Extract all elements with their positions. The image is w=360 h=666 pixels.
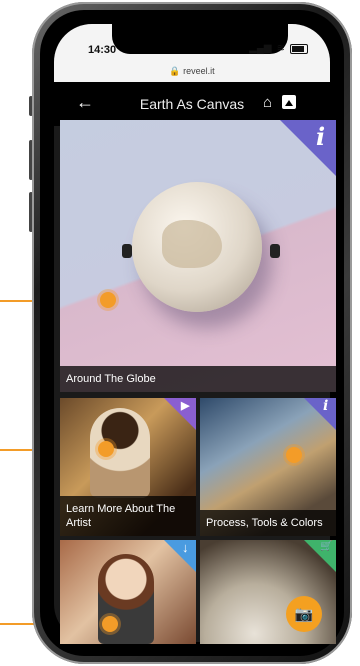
globe-stand-right	[270, 244, 280, 258]
tile-shop[interactable]: 🛒	[200, 540, 336, 644]
battery-icon	[290, 43, 308, 54]
info-badge[interactable]: i	[280, 120, 336, 176]
cart-icon: 🛒	[320, 541, 333, 552]
hotspot-process[interactable]	[286, 447, 302, 463]
status-time: 14:30	[88, 44, 117, 56]
tile-caption: Process, Tools & Colors	[200, 510, 336, 536]
tile-caption: Learn More About The Artist	[60, 496, 196, 536]
globe-image	[132, 182, 262, 312]
info-icon: i	[316, 122, 326, 151]
tile-caption: Around The Globe	[60, 366, 336, 392]
url-text: reveel.it	[183, 66, 215, 76]
download-icon: ↓	[182, 540, 189, 555]
globe-stand-left	[122, 244, 132, 258]
wifi-icon: ≋	[276, 43, 285, 54]
download-badge[interactable]: ↓	[164, 540, 196, 572]
tile-portrait[interactable]: ↓	[60, 540, 196, 644]
info-icon: i	[323, 398, 329, 414]
hotspot-portrait[interactable]	[102, 616, 118, 632]
status-icons: ▂▄▆ ≋	[249, 43, 308, 54]
status-bar: 14:30 ▂▄▆ ≋ 🔒 reveel.it	[54, 24, 330, 82]
tile-around-the-globe[interactable]: i Around The Globe	[60, 120, 336, 392]
cart-badge[interactable]: 🛒	[304, 540, 336, 572]
hotspot-hero[interactable]	[100, 292, 116, 308]
hotspot-artist[interactable]	[98, 441, 114, 457]
play-badge[interactable]: ▶	[164, 398, 196, 430]
camera-icon: 📷	[294, 606, 314, 623]
gallery-icon[interactable]	[282, 95, 296, 109]
signal-icon: ▂▄▆	[249, 43, 272, 54]
tile-process-tools-colors[interactable]: i Process, Tools & Colors	[200, 398, 336, 536]
url-bar[interactable]: 🔒 reveel.it	[54, 66, 330, 77]
play-icon: ▶	[181, 400, 190, 412]
home-icon[interactable]: ⌂	[263, 94, 272, 111]
camera-button[interactable]: 📷	[286, 596, 322, 632]
info-badge[interactable]: i	[304, 398, 336, 430]
tile-learn-more-artist[interactable]: ▶ Learn More About The Artist	[60, 398, 196, 536]
